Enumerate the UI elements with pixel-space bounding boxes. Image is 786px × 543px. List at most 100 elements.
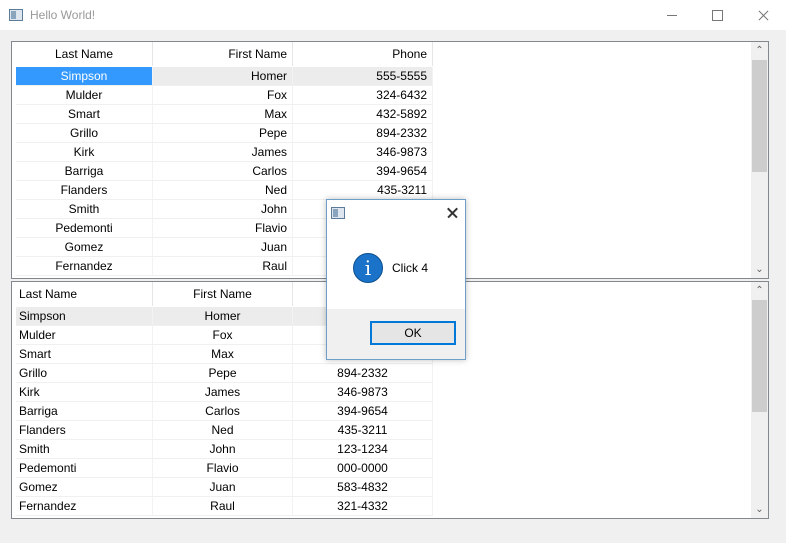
maximize-button[interactable] — [694, 0, 740, 31]
dialog-footer: OK — [327, 309, 465, 359]
info-icon: i — [353, 253, 383, 283]
column-header-phone[interactable]: Phone — [293, 42, 433, 66]
cell-last-name[interactable]: Pedemonti — [16, 459, 153, 477]
cell-first-name[interactable]: Max — [153, 345, 293, 363]
table-row[interactable]: SimpsonHomer555-5555 — [16, 67, 433, 86]
minimize-button[interactable] — [649, 0, 695, 31]
cell-last-name[interactable]: Fernandez — [16, 257, 153, 275]
table-row[interactable]: MulderFox324-6432 — [16, 86, 433, 105]
table-row[interactable]: Grillo Pepe 894-2332 — [16, 124, 433, 143]
cell-first-name[interactable]: John — [153, 200, 293, 218]
scroll-up-arrow-icon[interactable]: ⌃ — [751, 42, 768, 59]
cell-last-name[interactable]: Smith — [16, 440, 153, 458]
cell-first-name[interactable]: James — [153, 143, 293, 161]
cell-first-name[interactable]: Homer — [153, 307, 293, 325]
cell-phone[interactable]: 435-3211 — [293, 181, 433, 199]
cell-last-name[interactable]: Smart — [16, 345, 153, 363]
cell-phone[interactable]: 435-3211 — [293, 421, 433, 439]
table-row[interactable]: Barriga Carlos 394-9654 — [16, 402, 433, 421]
cell-first-name[interactable]: Ned — [153, 181, 293, 199]
cell-first-name[interactable]: Fox — [153, 326, 293, 344]
dialog-close-button[interactable] — [437, 200, 467, 226]
cell-last-name[interactable]: Fernandez — [16, 497, 153, 515]
dialog-app-icon — [331, 207, 345, 219]
cell-first-name[interactable]: Juan — [153, 478, 293, 496]
cell-phone[interactable]: 432-5892 — [293, 105, 433, 123]
column-header-first-name[interactable]: First Name — [153, 42, 293, 66]
cell-phone[interactable]: 324-6432 — [293, 86, 433, 104]
table-row[interactable]: SmithJohn123-1234 — [16, 440, 433, 459]
table-row[interactable]: PedemontiFlavio000-0000 — [16, 459, 433, 478]
cell-first-name[interactable]: Raul — [153, 257, 293, 275]
column-header-first-name[interactable]: First Name — [153, 282, 293, 306]
cell-phone[interactable]: 123-1234 — [293, 440, 433, 458]
cell-first-name[interactable]: Pepe — [153, 124, 293, 142]
cell-phone[interactable]: 894-2332 — [293, 124, 433, 142]
cell-first-name[interactable]: John — [153, 440, 293, 458]
ok-button[interactable]: OK — [370, 321, 456, 345]
cell-last-name[interactable]: Barriga — [16, 402, 153, 420]
table-row[interactable]: FernandezRaul321-4332 — [16, 497, 433, 516]
cell-last-name[interactable]: Smith — [16, 200, 153, 218]
cell-last-name[interactable]: Pedemonti — [16, 219, 153, 237]
cell-phone[interactable]: 894-2332 — [293, 364, 433, 382]
cell-first-name[interactable]: Fox — [153, 86, 293, 104]
cell-last-name[interactable]: Gomez — [16, 478, 153, 496]
cell-first-name[interactable]: Flavio — [153, 219, 293, 237]
cell-phone[interactable]: 000-0000 — [293, 459, 433, 477]
cell-phone[interactable]: 583-4832 — [293, 478, 433, 496]
scroll-down-arrow-icon[interactable]: ⌄ — [751, 261, 768, 278]
cell-first-name[interactable]: Carlos — [153, 162, 293, 180]
cell-phone[interactable]: 394-9654 — [293, 402, 433, 420]
table-row[interactable]: Kirk James 346-9873 — [16, 383, 433, 402]
dialog-message: Click 4 — [392, 261, 429, 275]
cell-last-name[interactable]: Grillo — [16, 364, 153, 382]
window-title: Hello World! — [30, 8, 96, 22]
cell-first-name[interactable]: Max — [153, 105, 293, 123]
scroll-thumb[interactable] — [752, 60, 767, 172]
cell-last-name[interactable]: Smart — [16, 105, 153, 123]
cell-last-name[interactable]: Grillo — [16, 124, 153, 142]
close-window-button[interactable] — [740, 0, 786, 31]
cell-last-name[interactable]: Kirk — [16, 383, 153, 401]
table-row[interactable]: Grillo Pepe 894-2332 — [16, 364, 433, 383]
cell-phone[interactable]: 555-5555 — [293, 67, 433, 85]
cell-first-name[interactable]: Pepe — [153, 364, 293, 382]
scroll-up-arrow-icon[interactable]: ⌃ — [751, 282, 768, 299]
cell-first-name[interactable]: Homer — [153, 67, 293, 85]
title-bar[interactable]: Hello World! — [0, 0, 786, 31]
cell-phone[interactable]: 346-9873 — [293, 383, 433, 401]
cell-last-name[interactable]: Simpson — [16, 307, 153, 325]
scroll-down-arrow-icon[interactable]: ⌄ — [751, 501, 768, 518]
table-row[interactable]: Flanders Ned 435-3211 — [16, 421, 433, 440]
cell-phone[interactable]: 394-9654 — [293, 162, 433, 180]
cell-phone[interactable]: 346-9873 — [293, 143, 433, 161]
scroll-thumb[interactable] — [752, 300, 767, 412]
app-window-icon — [9, 9, 23, 21]
table-row[interactable]: Flanders Ned 435-3211 — [16, 181, 433, 200]
message-dialog[interactable]: i Click 4 OK — [326, 199, 466, 360]
cell-first-name[interactable]: Ned — [153, 421, 293, 439]
table-row[interactable]: Barriga Carlos 394-9654 — [16, 162, 433, 181]
table-row[interactable]: Kirk James 346-9873 — [16, 143, 433, 162]
bottom-table-scrollbar[interactable]: ⌃ ⌄ — [751, 282, 768, 518]
cell-first-name[interactable]: Raul — [153, 497, 293, 515]
top-table-scrollbar[interactable]: ⌃ ⌄ — [751, 42, 768, 278]
table-row[interactable]: SmartMax432-5892 — [16, 105, 433, 124]
column-header-last-name[interactable]: Last Name — [16, 282, 153, 306]
cell-last-name[interactable]: Gomez — [16, 238, 153, 256]
cell-last-name[interactable]: Barriga — [16, 162, 153, 180]
cell-last-name[interactable]: Kirk — [16, 143, 153, 161]
cell-phone[interactable]: 321-4332 — [293, 497, 433, 515]
cell-first-name[interactable]: Carlos — [153, 402, 293, 420]
cell-first-name[interactable]: James — [153, 383, 293, 401]
cell-first-name[interactable]: Flavio — [153, 459, 293, 477]
cell-last-name[interactable]: Flanders — [16, 421, 153, 439]
cell-last-name[interactable]: Mulder — [16, 86, 153, 104]
table-row[interactable]: GomezJuan583-4832 — [16, 478, 433, 497]
column-header-last-name[interactable]: Last Name — [16, 42, 153, 66]
cell-last-name[interactable]: Mulder — [16, 326, 153, 344]
cell-first-name[interactable]: Juan — [153, 238, 293, 256]
cell-last-name[interactable]: Simpson — [16, 67, 153, 85]
cell-last-name[interactable]: Flanders — [16, 181, 153, 199]
